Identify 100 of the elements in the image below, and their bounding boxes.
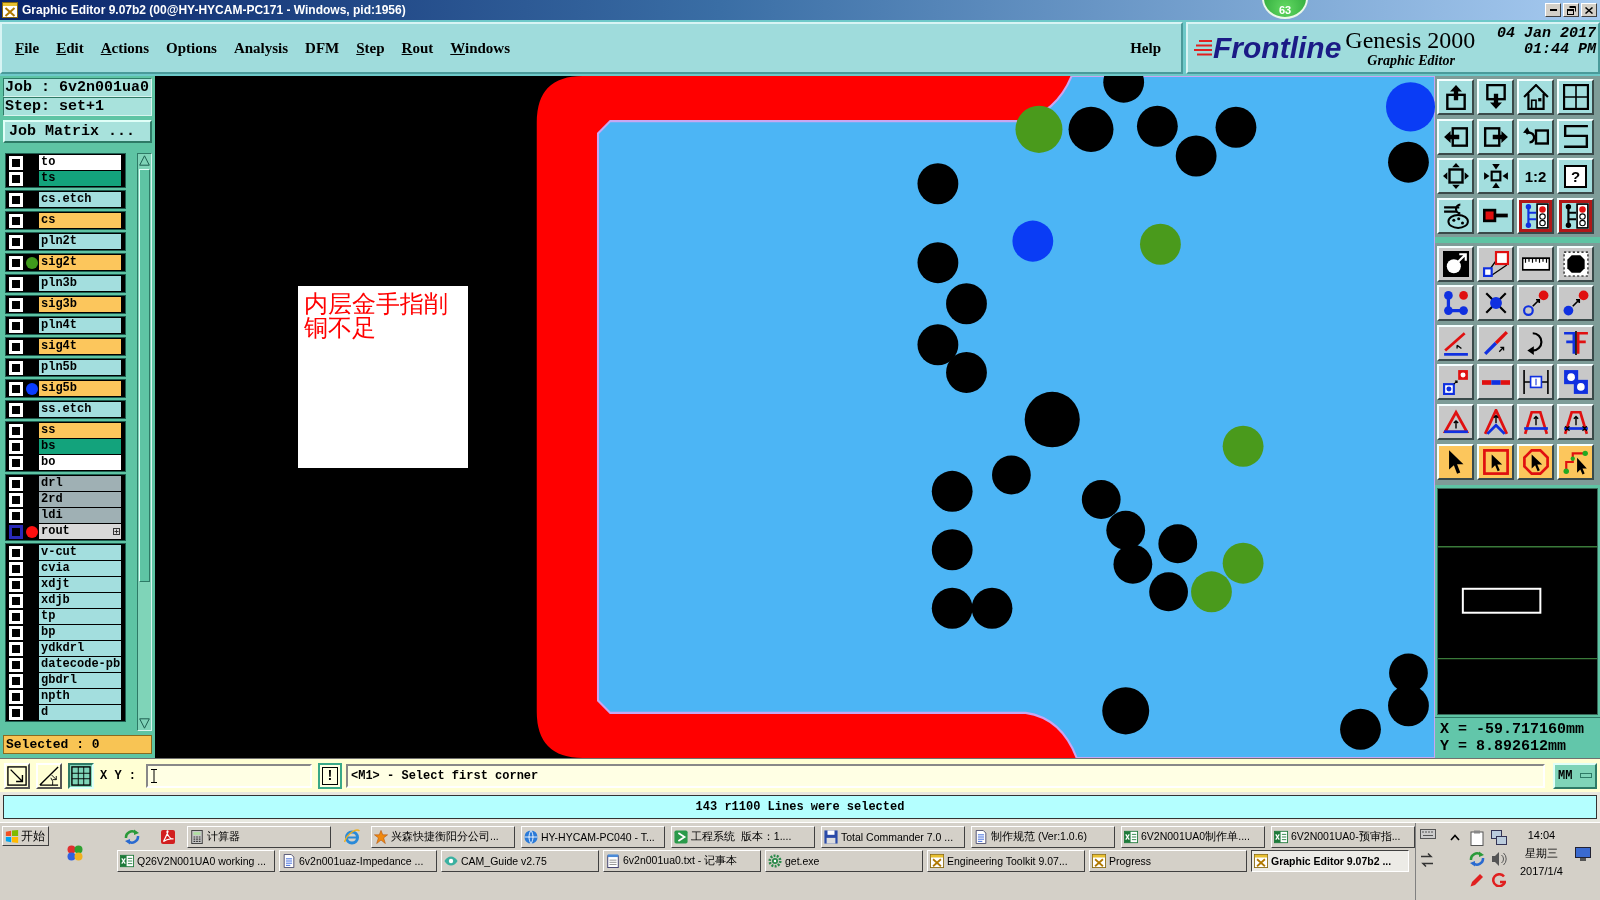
layer-item[interactable]: ts [39,171,121,186]
layer-item[interactable]: to [39,155,121,170]
product-name: Genesis 2000 [1345,27,1476,53]
layer-item[interactable]: ss.etch [39,402,121,417]
menu-item[interactable]: File [15,38,40,58]
taskbar-button[interactable]: 6V2N001UA0-预审指... [1271,826,1415,848]
layer-checkbox[interactable] [8,524,23,539]
taskbar-button[interactable]: Total Commander 7.0 ... [821,826,965,848]
pdf-icon[interactable] [160,829,176,845]
circular-arrows-icon[interactable] [1469,850,1485,867]
layer-item[interactable]: 2rd [39,492,121,507]
layer-item[interactable]: rout [39,524,121,539]
clipboard-icon[interactable] [1470,829,1484,846]
grid-snap-icon [71,765,91,786]
layer-item[interactable]: drl [39,476,121,491]
alert-button[interactable]: ! [318,762,342,789]
layer-item[interactable]: xdjt [39,577,121,592]
menu-item[interactable]: Actions [100,38,150,58]
job-matrix-button[interactable]: Job Matrix ... [3,120,152,143]
layer-item[interactable]: pln2t [39,234,121,249]
close-button[interactable] [1581,3,1597,17]
tool-button[interactable]: 1:2 [1517,158,1554,194]
tool-button[interactable] [68,762,94,789]
taskbar-button[interactable]: CAM_Guide v2.75 [441,850,599,872]
layer-item[interactable]: xdjb [39,593,121,608]
menu-item[interactable]: DFM [305,38,340,58]
menu-item[interactable]: Windows [450,38,511,58]
drill-hole [1149,572,1188,612]
menu-item[interactable]: Options [166,38,217,58]
two-arrows-icon[interactable] [1420,853,1434,867]
dimension-icon [1522,369,1549,395]
squares-arrow-icon [1442,369,1469,395]
menu-item[interactable]: Rout [401,38,434,58]
spreadsheet-icon [120,854,134,868]
taskbar-button[interactable]: get.exe [765,850,923,872]
overview-map[interactable] [1437,487,1598,715]
layer-item[interactable]: gbdrl [39,673,121,688]
chevron-tile-icon [674,830,688,844]
layer-item[interactable]: tp [39,609,121,624]
pen-icon[interactable] [1470,872,1484,887]
minimize-button[interactable] [1545,3,1561,17]
layer-item[interactable]: pln5b [39,360,121,375]
taskbar-button[interactable]: 计算器 [187,826,331,848]
globe-icon [524,830,538,844]
menu-item[interactable]: Edit [56,38,84,58]
peak-arrow-icon [1482,408,1509,435]
notepad-icon [606,854,620,868]
scroll-thumb[interactable] [139,169,150,583]
g-shape-icon[interactable] [1492,872,1506,887]
layer-item[interactable]: d [39,705,121,720]
layer-item[interactable]: ldi [39,508,121,523]
layer-item[interactable]: v-cut [39,545,121,560]
clock-time: 14:04 [1527,829,1556,842]
taskbar-button[interactable]: Q26V2N001UA0 working ... [117,850,275,872]
layer-item[interactable]: cs.etch [39,192,121,207]
desktop-icon[interactable] [1574,847,1591,861]
taskbar-button[interactable]: HY-HYCAM-PC040 - T... [521,826,665,848]
layer-item[interactable]: ydkdrl [39,641,121,656]
restore-button[interactable] [1563,3,1579,17]
taskbar-button[interactable]: Engineering Toolkit 9.07... [927,850,1085,872]
layer-item[interactable]: datecode-pb [39,657,121,672]
polygon-shapes-icon [1482,250,1509,277]
two-windows-icon[interactable] [1491,830,1507,845]
layer-item[interactable]: pln3b [39,276,121,291]
layer-item[interactable]: cvia [39,561,121,576]
layer-item[interactable]: ss [39,423,121,438]
taskbar-button[interactable]: 6V2N001UA0制作单.... [1121,826,1265,848]
layer-item[interactable]: npth [39,689,121,704]
arrow-up-icon[interactable] [139,155,150,166]
layer-item[interactable]: sig5b [39,381,121,396]
help-menu[interactable]: Help [1130,38,1161,58]
taskbar-button[interactable]: 兴森快捷衡阳分公司... [371,826,515,848]
layer-item[interactable]: sig3b [39,297,121,312]
tool-button[interactable]: ? [1557,158,1594,194]
taskbar-button[interactable]: 制作规范 (Ver:1.0.6) [971,826,1115,848]
layer-item[interactable]: bp [39,625,121,640]
taskbar-button[interactable]: 6v2n001uaz-Impedance ... [279,850,437,872]
taskbar-button[interactable]: 6v2n001ua0.txt - 记事本 [603,850,761,872]
layer-item[interactable]: pln4t [39,318,121,333]
layer-item[interactable]: sig2t [39,255,121,270]
speaker-icon[interactable] [1491,850,1507,867]
taskbar-button[interactable]: Graphic Editor 9.07b2 ... [1251,850,1409,872]
chevron-up-icon[interactable] [1450,834,1460,841]
layer-item[interactable]: bo [39,455,121,470]
circular-arrows-icon[interactable] [124,829,140,845]
xy-input-field[interactable] [146,763,312,788]
keyboard-icon[interactable] [1420,829,1436,839]
layer-item[interactable]: cs [39,213,121,228]
taskbar-button[interactable]: 工程系统 版本：1.... [671,826,815,848]
note-text: 内层金手指削铜不足 [303,292,449,341]
color-dots-icon[interactable] [67,845,83,861]
taskbar-button[interactable]: Progress [1089,850,1247,872]
menu-item[interactable]: Analysis [233,38,289,58]
menu-item[interactable]: Step [356,38,385,58]
layer-item[interactable]: sig4t [39,339,121,354]
units-dropdown[interactable]: MM [1553,762,1597,789]
start-button[interactable]: 开始 [2,826,49,846]
scrollbar[interactable] [137,153,152,731]
arrow-down-icon[interactable] [139,718,150,729]
layer-item[interactable]: bs [39,439,121,454]
